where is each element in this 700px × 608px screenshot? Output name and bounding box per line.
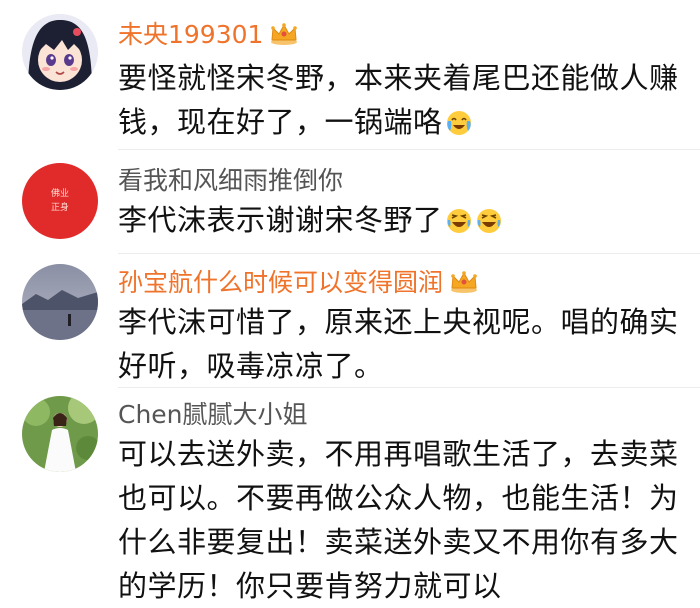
laughing-emoji-icon — [445, 203, 473, 247]
avatar[interactable] — [22, 396, 98, 472]
comment-item: 未央199301 要怪就怪宋冬野，本来夹着尾巴还能做人赚 钱，现在好了，一锅端咯 — [0, 0, 700, 150]
lake-landscape-avatar-icon — [22, 264, 98, 340]
avatar[interactable] — [22, 14, 98, 90]
vip-crown-icon — [449, 269, 479, 303]
anime-girl-avatar-icon — [22, 14, 98, 90]
comment-item: Chen腻腻大小姐 可以去送外卖，不用再唱歌生活了，去卖菜 也可以。不要再做公众… — [0, 388, 700, 603]
comment-text: 李代沫可惜了，原来还上央视呢。唱的确实 好听，吸毒凉凉了。 — [118, 300, 688, 388]
comment-text: 可以去送外卖，不用再唱歌生活了，去卖菜 也可以。不要再做公众人物，也能生活！为 … — [118, 432, 688, 608]
avatar[interactable]: 佛业 正身 — [22, 163, 98, 239]
comment-text: 李代沫表示谢谢宋冬野了 — [118, 198, 688, 247]
crying-laughing-emoji-icon — [445, 105, 473, 149]
avatar-caption: 佛业 正身 — [50, 189, 69, 213]
comment-item: 佛业 正身 看我和风细雨推倒你 李代沫表示谢谢宋冬野了 — [0, 150, 700, 254]
comment-line: 也可以。不要再做公众人物，也能生活！为 — [118, 481, 679, 515]
girl-in-white-dress-avatar-icon — [22, 396, 98, 472]
username[interactable]: 孙宝航什么时候可以变得圆润 — [118, 266, 479, 303]
comment-text: 要怪就怪宋冬野，本来夹着尾巴还能做人赚 钱，现在好了，一锅端咯 — [118, 56, 688, 149]
comment-line: 李代沫可惜了，原来还上央视呢。唱的确实 — [118, 305, 679, 339]
comment-line: 好听，吸毒凉凉了。 — [118, 349, 384, 383]
comment-list: 未央199301 要怪就怪宋冬野，本来夹着尾巴还能做人赚 钱，现在好了，一锅端咯 — [0, 0, 700, 603]
comment-line: 李代沫表示谢谢宋冬野了 — [118, 198, 688, 247]
comment-line: 钱，现在好了，一锅端咯 — [118, 100, 688, 149]
laughing-emoji-icon — [475, 203, 503, 247]
username[interactable]: 未央199301 — [118, 18, 299, 55]
comment-item: 孙宝航什么时候可以变得圆润 李代沫可惜了，原来还上央视呢。唱的确实 好听，吸毒凉… — [0, 254, 700, 388]
comment-line: 什么非要复出！卖菜送外卖又不用你有多大 — [118, 525, 679, 559]
comment-line: 可以去送外卖，不用再唱歌生活了，去卖菜 — [118, 437, 679, 471]
username[interactable]: 看我和风细雨推倒你 — [118, 164, 343, 198]
vip-crown-icon — [269, 21, 299, 55]
comment-line: 要怪就怪宋冬野，本来夹着尾巴还能做人赚 — [118, 61, 679, 95]
comment-line: 的学历！你只要肯努力就可以 — [118, 569, 502, 603]
avatar[interactable] — [22, 264, 98, 340]
username[interactable]: Chen腻腻大小姐 — [118, 398, 308, 432]
